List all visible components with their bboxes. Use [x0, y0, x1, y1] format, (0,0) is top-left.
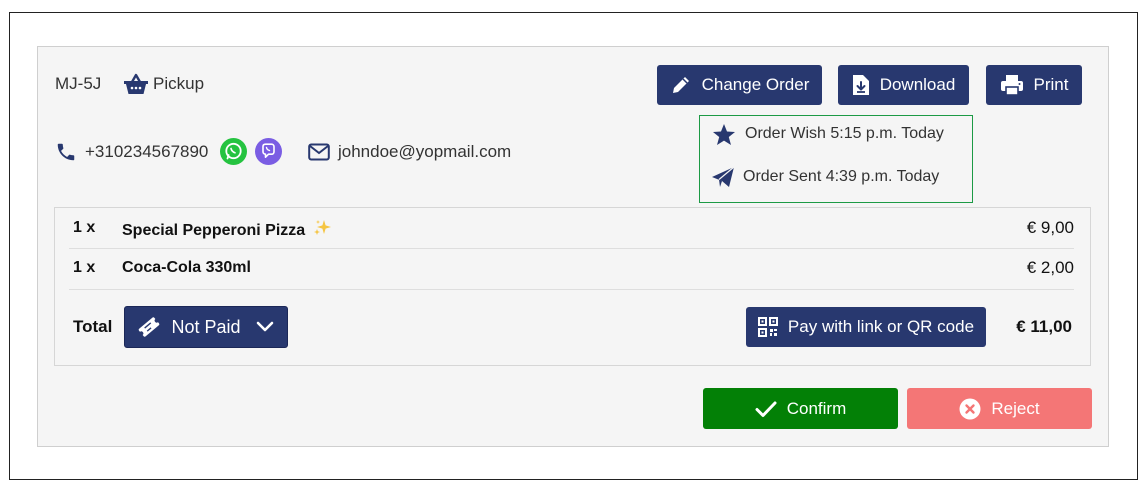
item-quantity: 1 x — [73, 219, 96, 236]
list-item: 1 x Coca-Cola 330ml € 2,00 — [55, 248, 1092, 288]
order-items-panel: 1 x Special Pepperoni Pizza € 9,00 1 x C… — [54, 207, 1091, 366]
download-label: Download — [879, 75, 956, 94]
paper-plane-icon — [712, 166, 735, 187]
sparkles-icon — [313, 220, 331, 235]
payment-status-dropdown[interactable]: Not Paid — [124, 306, 288, 348]
item-price: € 2,00 — [1026, 258, 1074, 277]
confirm-label: Confirm — [786, 398, 847, 418]
total-label: Total — [73, 317, 113, 336]
order-sent-text: Order Sent 4:39 p.m. Today — [743, 168, 940, 185]
ticket-icon — [139, 317, 160, 337]
item-price: € 9,00 — [1026, 218, 1074, 237]
change-order-label: Change Order — [701, 75, 810, 94]
chevron-down-icon — [256, 321, 273, 332]
phone-number[interactable]: +310234567890 — [85, 142, 208, 162]
star-icon — [713, 124, 735, 145]
item-name: Coca-Cola 330ml — [122, 259, 251, 276]
confirm-button[interactable]: Confirm — [703, 388, 898, 429]
basket-icon — [124, 73, 148, 94]
pencil-icon — [672, 77, 689, 93]
phone-icon — [57, 143, 75, 161]
printer-icon — [1000, 75, 1023, 96]
reject-label: Reject — [991, 398, 1040, 418]
mail-icon — [308, 143, 330, 161]
file-download-icon — [852, 75, 869, 95]
order-wish-text: Order Wish 5:15 p.m. Today — [745, 125, 944, 142]
order-code: MJ-5J — [55, 74, 102, 93]
item-divider — [69, 289, 1074, 290]
viber-icon[interactable] — [255, 138, 282, 165]
check-icon — [755, 401, 777, 417]
pay-link-label: Pay with link or QR code — [787, 317, 975, 336]
whatsapp-icon[interactable] — [220, 138, 247, 165]
item-quantity: 1 x — [73, 259, 96, 276]
payment-status-label: Not Paid — [171, 316, 241, 337]
total-amount: € 11,00 — [1016, 317, 1072, 336]
item-name: Special Pepperoni Pizza — [122, 219, 333, 240]
print-label: Print — [1033, 75, 1069, 94]
list-item: 1 x Special Pepperoni Pizza € 9,00 — [55, 208, 1092, 248]
reject-button[interactable]: Reject — [907, 388, 1092, 429]
qr-code-icon — [757, 317, 778, 337]
order-type: Pickup — [153, 74, 205, 93]
change-order-button[interactable]: Change Order — [657, 65, 822, 105]
close-circle-icon — [959, 398, 981, 419]
email-address[interactable]: johndoe@yopmail.com — [338, 142, 511, 162]
download-button[interactable]: Download — [838, 65, 969, 105]
print-button[interactable]: Print — [986, 65, 1082, 105]
pay-link-qr-button[interactable]: Pay with link or QR code — [746, 307, 986, 347]
